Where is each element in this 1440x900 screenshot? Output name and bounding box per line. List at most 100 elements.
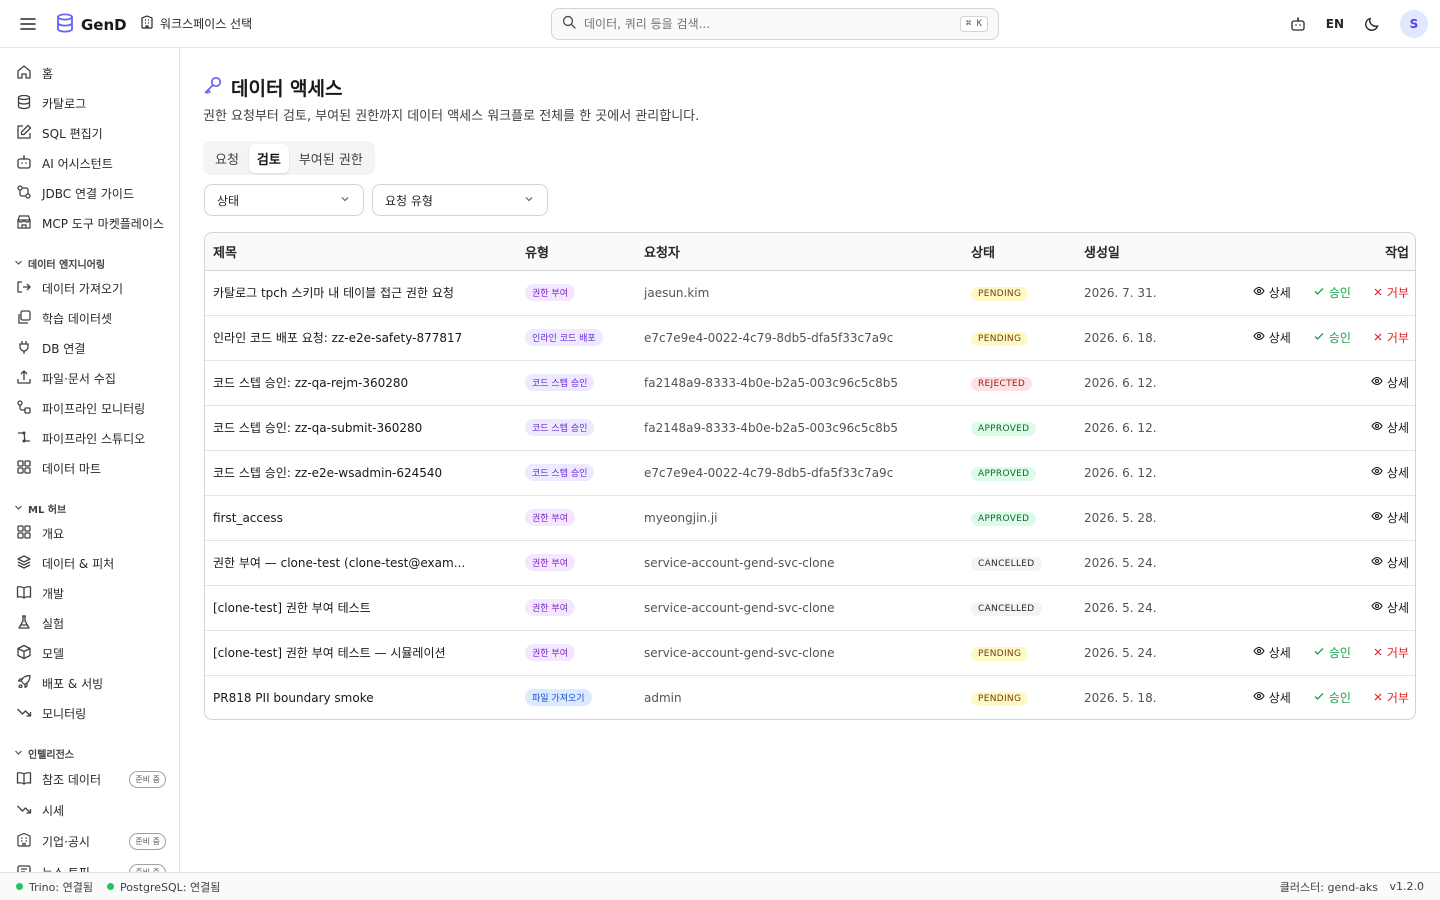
menu-icon[interactable] bbox=[18, 14, 38, 34]
detail-button[interactable]: 상세 bbox=[1253, 644, 1291, 661]
reject-button[interactable]: 거부 bbox=[1373, 329, 1409, 346]
table-row[interactable]: 코드 스텝 승인: zz-e2e-wsadmin-624540 코드 스텝 승인 e… bbox=[205, 450, 1415, 495]
approve-button[interactable]: 승인 bbox=[1313, 644, 1351, 661]
sidebar-item-deploy-serving[interactable]: 배포 & 서빙 bbox=[16, 672, 166, 694]
app-logo[interactable]: GenD bbox=[56, 13, 127, 37]
sidebar-item-ai-assistant[interactable]: AI 어시스턴트 bbox=[16, 152, 166, 174]
sidebar-item-home[interactable]: 홈 bbox=[16, 62, 166, 84]
language-toggle[interactable]: EN bbox=[1326, 17, 1344, 31]
row-status: APPROVED bbox=[963, 405, 1076, 450]
sidebar-item-sql-editor[interactable]: SQL 편집기 bbox=[16, 122, 166, 144]
row-title[interactable]: 코드 스텝 승인: zz-e2e-wsadmin-624540 bbox=[205, 450, 517, 495]
tab-review[interactable]: 검토 bbox=[248, 143, 289, 173]
avatar[interactable]: S bbox=[1400, 10, 1428, 38]
column-header-requester[interactable]: 요청자 bbox=[636, 233, 963, 271]
row-title[interactable]: 코드 스텝 승인: zz-qa-submit-360280 bbox=[205, 405, 517, 450]
global-search[interactable]: ⌘ K bbox=[551, 8, 999, 40]
column-header-created[interactable]: 생성일 bbox=[1076, 233, 1216, 271]
store-icon bbox=[16, 214, 32, 233]
sidebar-item-data-mart[interactable]: 데이터 마트 bbox=[16, 457, 166, 479]
reject-button[interactable]: 거부 bbox=[1373, 644, 1409, 661]
section-ml-hub[interactable]: ML 허브 bbox=[14, 501, 66, 516]
detail-button[interactable]: 상세 bbox=[1253, 329, 1291, 346]
section-intelligence[interactable]: 인텔리전스 bbox=[14, 746, 74, 761]
sidebar-item-jdbc-guide[interactable]: JDBC 연결 가이드 bbox=[16, 182, 166, 204]
row-title[interactable]: 카탈로그 tpch 스키마 내 테이블 접근 권한 요청 bbox=[205, 270, 517, 315]
review-table: 제목 유형 요청자 상태 생성일 작업 카탈로그 tpch 스키마 내 테이블 … bbox=[204, 232, 1416, 720]
sidebar-item-db-connection[interactable]: DB 연결 bbox=[16, 337, 166, 359]
sidebar-item-ml-monitoring[interactable]: 모니터링 bbox=[16, 702, 166, 724]
table-row[interactable]: PR818 PII boundary smoke 파일 가져오기 admin PEND… bbox=[205, 675, 1415, 719]
sidebar-item-ml-overview[interactable]: 개요 bbox=[16, 522, 166, 544]
trend-icon bbox=[16, 704, 32, 723]
request-type-filter[interactable]: 요청 유형 bbox=[372, 184, 548, 216]
sidebar-item-reference-data[interactable]: 참조 데이터 준비 중 bbox=[16, 768, 166, 790]
table-row[interactable]: 인라인 코드 배포 요청: zz-e2e-safety-877817 인라인 코드… bbox=[205, 315, 1415, 360]
status-dot bbox=[107, 883, 114, 890]
row-title[interactable]: 인라인 코드 배포 요청: zz-e2e-safety-877817 bbox=[205, 315, 517, 360]
table-row[interactable]: 카탈로그 tpch 스키마 내 테이블 접근 권한 요청 권한 부여 jaesun.… bbox=[205, 270, 1415, 315]
chevron-down-icon bbox=[14, 503, 23, 515]
sidebar-item-data-features[interactable]: 데이터 & 피처 bbox=[16, 552, 166, 574]
detail-button[interactable]: 상세 bbox=[1253, 284, 1291, 301]
sidebar-item-development[interactable]: 개발 bbox=[16, 582, 166, 604]
row-title[interactable]: [clone-test] 권한 부여 테스트 bbox=[205, 585, 517, 630]
column-header-type[interactable]: 유형 bbox=[517, 233, 636, 271]
approve-button[interactable]: 승인 bbox=[1313, 689, 1351, 706]
reject-button[interactable]: 거부 bbox=[1373, 284, 1409, 301]
connection-icon bbox=[16, 184, 32, 203]
detail-button[interactable]: 상세 bbox=[1371, 599, 1409, 616]
detail-button[interactable]: 상세 bbox=[1371, 419, 1409, 436]
table-row[interactable]: 코드 스텝 승인: zz-qa-submit-360280 코드 스텝 승인 fa2… bbox=[205, 405, 1415, 450]
sidebar-item-training-dataset[interactable]: 학습 데이터셋 bbox=[16, 307, 166, 329]
search-input[interactable] bbox=[584, 17, 952, 31]
column-header-title[interactable]: 제목 bbox=[205, 233, 517, 271]
row-title[interactable]: 권한 부여 — clone-test (clone-test@exam... bbox=[205, 540, 517, 585]
row-requester: service-account-gend-svc-clone bbox=[644, 645, 835, 660]
sidebar-item-models[interactable]: 모델 bbox=[16, 642, 166, 664]
news-icon bbox=[16, 863, 32, 872]
tab-requests[interactable]: 요청 bbox=[207, 144, 247, 173]
eye-icon bbox=[1253, 330, 1265, 345]
sidebar-item-news-topics[interactable]: 뉴스·토픽 준비 중 bbox=[16, 861, 166, 872]
approve-button[interactable]: 승인 bbox=[1313, 284, 1351, 301]
detail-button[interactable]: 상세 bbox=[1371, 554, 1409, 571]
row-status: CANCELLED bbox=[963, 540, 1076, 585]
status-filter[interactable]: 상태 bbox=[204, 184, 364, 216]
table-row[interactable]: 권한 부여 — clone-test (clone-test@exam... 권한… bbox=[205, 540, 1415, 585]
bot-icon bbox=[16, 154, 32, 173]
table-row[interactable]: 코드 스텝 승인: zz-qa-rejm-360280 코드 스텝 승인 fa214… bbox=[205, 360, 1415, 405]
tab-granted[interactable]: 부여된 권한 bbox=[291, 144, 371, 173]
table-row[interactable]: [clone-test] 권한 부여 테스트 — 시뮬레이션 권한 부여 servi… bbox=[205, 630, 1415, 675]
row-title[interactable]: 코드 스텝 승인: zz-qa-rejm-360280 bbox=[205, 360, 517, 405]
workflow-icon bbox=[16, 429, 32, 448]
page-description: 권한 요청부터 검토, 부여된 권한까지 데이터 액세스 워크플로 전체를 한 … bbox=[203, 109, 700, 124]
detail-button[interactable]: 상세 bbox=[1371, 374, 1409, 391]
detail-button[interactable]: 상세 bbox=[1371, 509, 1409, 526]
sidebar-item-mcp-marketplace[interactable]: MCP 도구 마켓플레이스 bbox=[16, 212, 166, 234]
table-row[interactable]: first_access 권한 부여 myeongjin.ji APPROVED 202… bbox=[205, 495, 1415, 540]
home-icon bbox=[16, 64, 32, 83]
approve-button[interactable]: 승인 bbox=[1313, 329, 1351, 346]
row-title[interactable]: first_access bbox=[205, 495, 517, 540]
workspace-selector[interactable]: 워크스페이스 선택 bbox=[140, 15, 252, 32]
table-row[interactable]: [clone-test] 권한 부여 테스트 권한 부여 service-accou… bbox=[205, 585, 1415, 630]
detail-button[interactable]: 상세 bbox=[1371, 464, 1409, 481]
sidebar-item-file-ingest[interactable]: 파일·문서 수집 bbox=[16, 367, 166, 389]
row-title[interactable]: PR818 PII boundary smoke bbox=[205, 675, 517, 719]
sidebar-item-experiments[interactable]: 실험 bbox=[16, 612, 166, 634]
section-data-engineering[interactable]: 데이터 엔지니어링 bbox=[14, 256, 105, 271]
moon-icon[interactable] bbox=[1362, 14, 1382, 34]
row-title[interactable]: [clone-test] 권한 부여 테스트 — 시뮬레이션 bbox=[205, 630, 517, 675]
sidebar-item-pipeline-studio[interactable]: 파이프라인 스튜디오 bbox=[16, 427, 166, 449]
detail-button[interactable]: 상세 bbox=[1253, 689, 1291, 706]
sidebar-item-market-price[interactable]: 시세 bbox=[16, 799, 166, 821]
sidebar-item-corporate-disclosure[interactable]: 기업·공시 준비 중 bbox=[16, 830, 166, 852]
bot-icon[interactable] bbox=[1288, 14, 1308, 34]
row-created: 2026. 6. 12. bbox=[1084, 420, 1157, 435]
sidebar-item-catalog[interactable]: 카탈로그 bbox=[16, 92, 166, 114]
column-header-status[interactable]: 상태 bbox=[963, 233, 1076, 271]
sidebar-item-pipeline-monitoring[interactable]: 파이프라인 모니터링 bbox=[16, 397, 166, 419]
sidebar-item-data-import[interactable]: 데이터 가져오기 bbox=[16, 277, 166, 299]
reject-button[interactable]: 거부 bbox=[1373, 689, 1409, 706]
